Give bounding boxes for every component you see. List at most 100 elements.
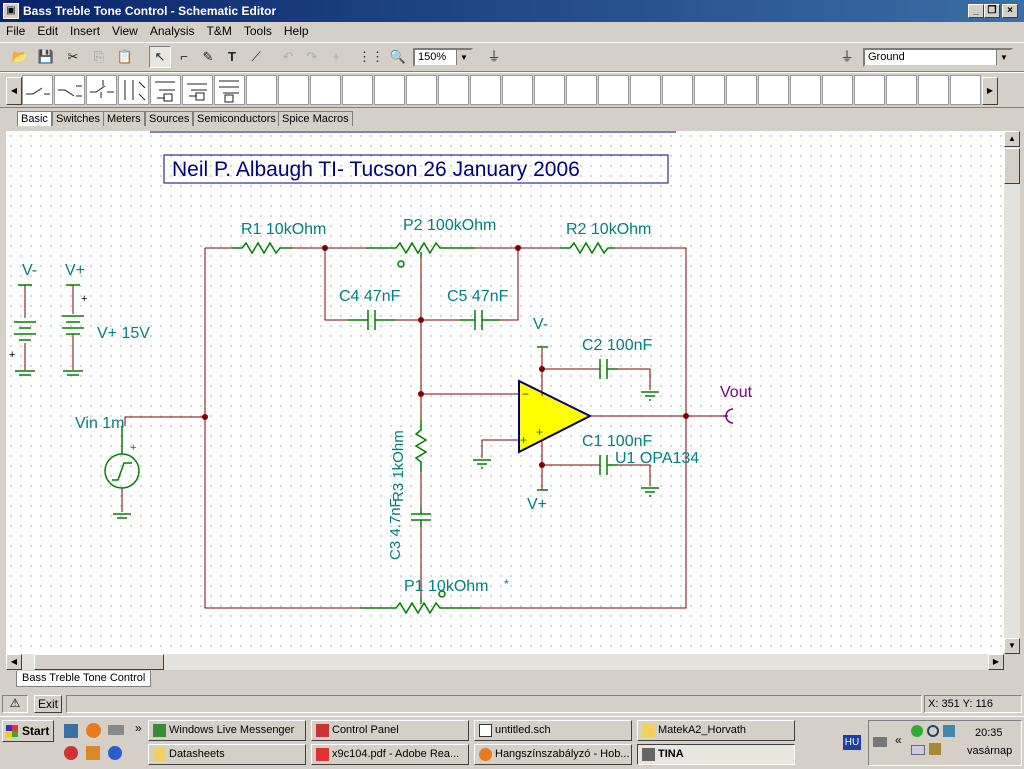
component-slot[interactable] bbox=[598, 75, 629, 105]
pen-icon[interactable]: ✎ bbox=[197, 46, 219, 68]
search-icon[interactable] bbox=[927, 725, 939, 737]
language-indicator[interactable]: HU bbox=[843, 735, 861, 750]
firefox-icon[interactable] bbox=[86, 723, 101, 738]
paste-icon[interactable]: 📋 bbox=[114, 46, 136, 68]
text-icon[interactable]: T bbox=[221, 46, 243, 68]
close-button[interactable]: × bbox=[1002, 4, 1018, 18]
scroll-right-icon[interactable]: ▶ bbox=[988, 654, 1004, 670]
redo-icon[interactable]: ↷ bbox=[301, 46, 323, 68]
task-pdf[interactable]: x9c104.pdf - Adobe Rea... bbox=[311, 744, 469, 765]
component-slot[interactable] bbox=[758, 75, 789, 105]
exit-icon[interactable]: ⚠ bbox=[2, 695, 28, 713]
menu-view[interactable]: View bbox=[106, 22, 144, 38]
tab-spice-macros[interactable]: Spice Macros bbox=[278, 111, 353, 126]
component-switch-4[interactable] bbox=[118, 75, 149, 105]
messenger-tray-icon[interactable] bbox=[911, 725, 923, 737]
label-icon[interactable]: ⟋ bbox=[245, 46, 267, 68]
component-switch-3[interactable] bbox=[86, 75, 117, 105]
menu-tm[interactable]: T&M bbox=[201, 22, 238, 38]
component-slot[interactable] bbox=[374, 75, 405, 105]
scroll-up-icon[interactable]: ▲ bbox=[1004, 131, 1020, 147]
chevron-icon[interactable]: » bbox=[135, 721, 142, 735]
menu-help[interactable]: Help bbox=[278, 22, 315, 38]
schematic-canvas[interactable]: Neil P. Albaugh TI- Tucson 26 January 20… bbox=[6, 131, 1004, 654]
chevron-icon[interactable]: « bbox=[895, 733, 902, 747]
zoom-select[interactable]: 150% ▼ bbox=[413, 48, 473, 67]
task-untitled-sch[interactable]: untitled.sch bbox=[474, 720, 632, 741]
tray-icon[interactable] bbox=[929, 743, 941, 755]
component-relay-3[interactable] bbox=[214, 75, 245, 105]
component-slot[interactable] bbox=[950, 75, 981, 105]
wire-icon[interactable]: ⌐ bbox=[173, 46, 195, 68]
task-messenger[interactable]: Windows Live Messenger bbox=[148, 720, 306, 741]
scroll-down-icon[interactable]: ▼ bbox=[1004, 638, 1020, 654]
menu-edit[interactable]: Edit bbox=[31, 22, 64, 38]
scroll-thumb[interactable] bbox=[34, 654, 164, 670]
scroll-left-icon[interactable]: ◀ bbox=[6, 77, 22, 105]
component-slot[interactable] bbox=[790, 75, 821, 105]
menu-analysis[interactable]: Analysis bbox=[144, 22, 201, 38]
scroll-thumb[interactable] bbox=[1004, 148, 1020, 184]
keyboard-icon[interactable] bbox=[873, 737, 887, 747]
mail-icon[interactable] bbox=[911, 745, 925, 755]
scroll-left-icon[interactable]: ◀ bbox=[6, 654, 22, 670]
component-slot[interactable] bbox=[438, 75, 469, 105]
open-icon[interactable]: 📂 bbox=[9, 46, 31, 68]
tab-basic[interactable]: Basic bbox=[17, 111, 52, 126]
copy-icon[interactable]: ⎘ bbox=[88, 46, 110, 68]
component-slot[interactable] bbox=[566, 75, 597, 105]
menu-tools[interactable]: Tools bbox=[238, 22, 278, 38]
component-slot[interactable] bbox=[278, 75, 309, 105]
vertical-scrollbar[interactable]: ▲ ▼ bbox=[1004, 131, 1020, 654]
scroll-right-icon[interactable]: ▶ bbox=[982, 77, 998, 105]
node-icon[interactable]: + bbox=[325, 46, 347, 68]
component-relay-1[interactable] bbox=[150, 75, 181, 105]
tab-semiconductors[interactable]: Semiconductors bbox=[193, 111, 280, 126]
component-slot[interactable] bbox=[470, 75, 501, 105]
component-slot[interactable] bbox=[854, 75, 885, 105]
component-slot[interactable] bbox=[534, 75, 565, 105]
component-switch-1[interactable] bbox=[22, 75, 53, 105]
component-slot[interactable] bbox=[886, 75, 917, 105]
network-icon[interactable] bbox=[943, 725, 955, 737]
media-icon[interactable] bbox=[64, 746, 78, 760]
component-slot[interactable] bbox=[502, 75, 533, 105]
task-datasheets[interactable]: Datasheets bbox=[148, 744, 306, 765]
component-slot[interactable] bbox=[822, 75, 853, 105]
ground-tool-icon[interactable]: ⏚ bbox=[836, 46, 858, 68]
menu-file[interactable]: File bbox=[0, 22, 31, 38]
component-slot[interactable] bbox=[918, 75, 949, 105]
component-slot[interactable] bbox=[726, 75, 757, 105]
component-slot[interactable] bbox=[694, 75, 725, 105]
component-slot[interactable] bbox=[630, 75, 661, 105]
start-button[interactable]: Start bbox=[2, 720, 54, 742]
minimize-button[interactable]: _ bbox=[968, 4, 984, 18]
ground-select[interactable]: Ground ▼ bbox=[863, 48, 1013, 67]
component-slot[interactable] bbox=[342, 75, 373, 105]
task-control-panel[interactable]: Control Panel bbox=[311, 720, 469, 741]
undo-icon[interactable]: ↶ bbox=[277, 46, 299, 68]
select-arrow-icon[interactable]: ↖ bbox=[149, 46, 171, 68]
menu-insert[interactable]: Insert bbox=[64, 22, 106, 38]
player-icon[interactable] bbox=[108, 746, 122, 760]
task-matek[interactable]: MatekA2_Horvath bbox=[637, 720, 795, 741]
app-icon[interactable]: ▣ bbox=[3, 3, 19, 19]
tab-meters[interactable]: Meters bbox=[103, 111, 145, 126]
component-slot[interactable] bbox=[310, 75, 341, 105]
component-switch-2[interactable] bbox=[54, 75, 85, 105]
grid-icon[interactable]: ⋮⋮ bbox=[357, 46, 384, 68]
zoom-icon[interactable]: 🔍 bbox=[387, 46, 409, 68]
tab-sources[interactable]: Sources bbox=[145, 111, 194, 126]
maximize-button[interactable]: ❐ bbox=[984, 4, 1000, 18]
component-relay-2[interactable] bbox=[182, 75, 213, 105]
tab-switches[interactable]: Switches bbox=[52, 111, 105, 126]
exit-button[interactable]: Exit bbox=[34, 695, 62, 713]
component-properties-icon[interactable]: ⏚ bbox=[483, 46, 505, 68]
component-slot[interactable] bbox=[246, 75, 277, 105]
component-slot[interactable] bbox=[662, 75, 693, 105]
task-browser[interactable]: Hangszínszabályzó - Hob... bbox=[474, 744, 632, 765]
component-slot[interactable] bbox=[406, 75, 437, 105]
cut-icon[interactable]: ✂ bbox=[62, 46, 84, 68]
save-icon[interactable]: 💾 bbox=[35, 46, 57, 68]
task-tina[interactable]: TINA bbox=[637, 744, 795, 765]
